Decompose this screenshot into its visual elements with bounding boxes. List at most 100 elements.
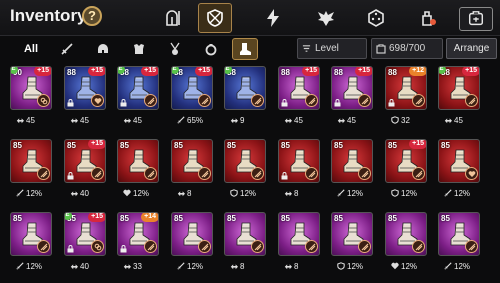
filter-ring[interactable] (198, 38, 224, 60)
tab-boosts[interactable] (256, 3, 290, 33)
arrows-icon (16, 118, 24, 124)
set-dash-icon (147, 243, 154, 250)
item-slot[interactable]: 85 (10, 212, 52, 256)
set-badge (144, 167, 157, 180)
item-slot[interactable]: 90 +15 E (10, 66, 52, 110)
ring-icon (205, 44, 217, 56)
filter-all[interactable]: All (18, 38, 44, 60)
item-stat-value: 45 (454, 115, 463, 125)
item-slot[interactable]: 85 +15 (385, 139, 427, 183)
tab-consumables[interactable] (411, 3, 445, 33)
item-slot[interactable]: 88 E (224, 66, 266, 110)
heart-icon (123, 189, 131, 197)
help-button[interactable]: ? (82, 6, 102, 26)
bag-icon (468, 11, 484, 26)
tab-equipment[interactable] (198, 3, 232, 33)
bag-button[interactable] (459, 7, 493, 31)
set-dash-icon (254, 97, 261, 104)
item-slot[interactable]: 85 (331, 212, 373, 256)
tab-heroes[interactable] (156, 3, 190, 33)
crossed-shield-icon (207, 9, 223, 27)
set-badge (37, 167, 50, 180)
item-slot[interactable]: 88 +15 E (117, 66, 159, 110)
item-stat: 12% (16, 261, 42, 271)
item-stat-value: 12% (454, 188, 471, 198)
item-slot[interactable]: 85 (278, 212, 320, 256)
item-stat: 12% (337, 261, 363, 271)
item-stat-value: 12% (454, 261, 471, 271)
item-stat-value: 45 (347, 115, 356, 125)
item-slot[interactable]: 85 +14 (117, 212, 159, 256)
item-stat: 12% (16, 188, 42, 198)
item-slot[interactable]: 88 +12 (385, 66, 427, 110)
item-slot[interactable]: 88 +15 (64, 66, 106, 110)
lock-icon (120, 99, 127, 107)
item-slot[interactable]: 85 (171, 212, 213, 256)
filter-weapon[interactable] (54, 38, 80, 60)
item-slot[interactable]: 85 +15 E (64, 212, 106, 256)
arrange-button[interactable]: Arrange (446, 38, 497, 59)
item-stat-value: 9 (240, 115, 245, 125)
set-dash-icon (415, 243, 422, 250)
arrows-icon (70, 191, 78, 197)
item-slot[interactable]: 85 (117, 139, 159, 183)
filter-boots[interactable] (232, 38, 258, 60)
set-badge (305, 240, 318, 253)
item-stat: 12% (444, 188, 470, 198)
filter-amulet[interactable] (162, 38, 188, 60)
item-stat: 12% (391, 188, 417, 198)
item-stat-value: 45 (80, 115, 89, 125)
inventory-icon (376, 43, 386, 54)
set-badge (144, 94, 157, 107)
set-dash-icon (361, 97, 368, 104)
arrows-icon (230, 118, 238, 124)
item-stat-value: 45 (133, 115, 142, 125)
set-badge (358, 240, 371, 253)
set-dash-icon (468, 97, 475, 104)
item-stat: 12% (337, 188, 363, 198)
item-stat: 45 (16, 115, 35, 125)
item-slot[interactable]: 88 +15 E (171, 66, 213, 110)
item-stat-value: 40 (80, 188, 89, 198)
item-stat-value: 65% (187, 115, 204, 125)
set-badge (305, 167, 318, 180)
item-slot[interactable]: 85 (278, 139, 320, 183)
lock-icon (281, 99, 288, 107)
item-stat: 12% (177, 261, 203, 271)
set-dash-icon (40, 170, 47, 177)
arrows-icon (123, 264, 131, 270)
item-slot[interactable]: 88 +15 (278, 66, 320, 110)
item-slot[interactable]: 85 (385, 212, 427, 256)
item-slot[interactable]: 85 (224, 139, 266, 183)
item-stat-value: 45 (26, 115, 35, 125)
filter-armor[interactable] (126, 38, 152, 60)
item-slot[interactable]: 85 (224, 212, 266, 256)
tab-dice[interactable] (359, 3, 393, 33)
item-slot[interactable]: 85 (438, 139, 480, 183)
set-badge (358, 94, 371, 107)
item-slot[interactable]: 88 +15 E (438, 66, 480, 110)
arrows-icon (70, 264, 78, 270)
arrows-icon (444, 118, 452, 124)
item-slot[interactable]: 85 (438, 212, 480, 256)
top-bar: Inventory ? (0, 0, 500, 36)
item-stat-value: 8 (240, 261, 245, 271)
sort-label: Level (315, 43, 339, 54)
item-slot[interactable]: 85 (171, 139, 213, 183)
set-dash-icon (94, 170, 101, 177)
filter-helmet[interactable] (90, 38, 116, 60)
set-badge (251, 94, 264, 107)
item-stat-value: 12% (26, 188, 43, 198)
item-slot[interactable]: 85 (10, 139, 52, 183)
tab-emblems[interactable] (309, 3, 343, 33)
item-stat: 8 (230, 261, 244, 271)
item-slot[interactable]: 85 (331, 139, 373, 183)
lock-icon (120, 245, 127, 253)
set-badge (198, 240, 211, 253)
set-badge (91, 240, 104, 253)
lock-icon (67, 245, 74, 253)
sort-dropdown[interactable]: Level (297, 38, 367, 59)
item-slot[interactable]: 85 +15 (64, 139, 106, 183)
item-slot[interactable]: 88 +15 (331, 66, 373, 110)
item-stat: 45 (337, 115, 356, 125)
